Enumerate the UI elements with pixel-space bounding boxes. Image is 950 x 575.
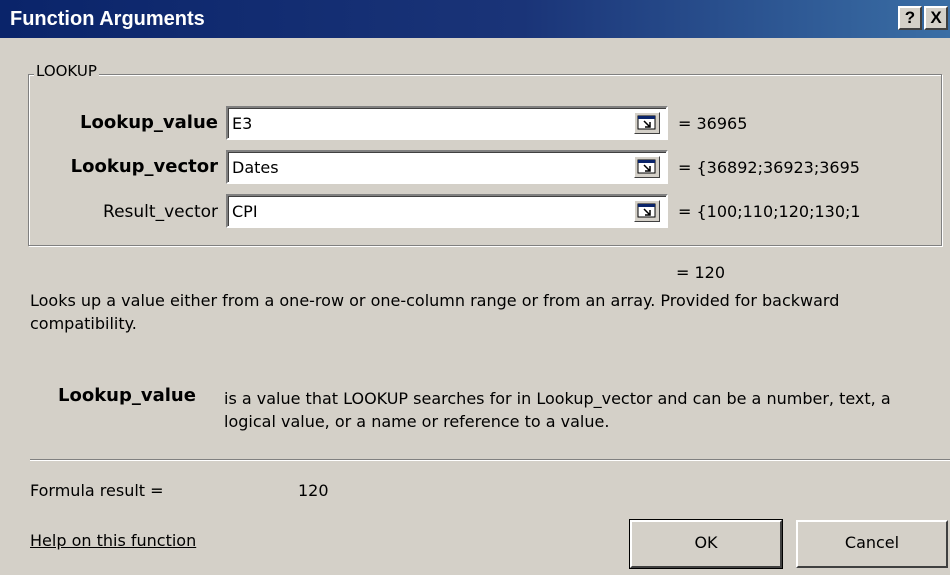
ok-button[interactable]: OK — [629, 519, 783, 569]
function-result: = 120 — [676, 263, 726, 282]
result-vector-label: Result_vector — [103, 202, 218, 222]
argument-help-text: is a value that LOOKUP searches for in L… — [224, 389, 891, 431]
collapse-dialog-icon — [637, 203, 656, 218]
lookup-vector-result: = {36892;36923;3695 — [678, 158, 860, 177]
lookup-vector-text: Dates — [232, 158, 279, 177]
result-vector-input[interactable]: CPI — [226, 194, 668, 228]
lookup-value-text: E3 — [232, 114, 253, 133]
lookup-value-input[interactable]: E3 — [226, 106, 668, 140]
close-button[interactable]: X — [924, 6, 948, 30]
formula-result-label: Formula result = — [30, 481, 164, 500]
function-name-label: LOOKUP — [34, 62, 99, 80]
help-button[interactable]: ? — [898, 6, 922, 30]
lookup-value-result: = 36965 — [678, 114, 748, 133]
help-on-function-link[interactable]: Help on this function — [30, 531, 196, 550]
collapse-dialog-button[interactable] — [634, 200, 660, 222]
formula-result-value: 120 — [298, 481, 329, 500]
lookup-vector-label: Lookup_vector — [70, 156, 218, 177]
function-description: Looks up a value either from a one-row o… — [30, 291, 840, 333]
lookup-vector-input[interactable]: Dates — [226, 150, 668, 184]
collapse-dialog-button[interactable] — [634, 112, 660, 134]
collapse-dialog-icon — [637, 115, 656, 130]
cancel-button[interactable]: Cancel — [796, 520, 948, 568]
result-vector-text: CPI — [232, 202, 258, 221]
dialog-title: Function Arguments — [10, 8, 205, 30]
lookup-value-label: Lookup_value — [80, 112, 218, 133]
title-bar: Function Arguments ? X — [0, 0, 950, 38]
divider — [30, 459, 950, 461]
collapse-dialog-button[interactable] — [634, 156, 660, 178]
argument-help-name: Lookup_value — [58, 385, 196, 406]
collapse-dialog-icon — [637, 159, 656, 174]
result-vector-result: = {100;110;120;130;1 — [678, 202, 861, 221]
